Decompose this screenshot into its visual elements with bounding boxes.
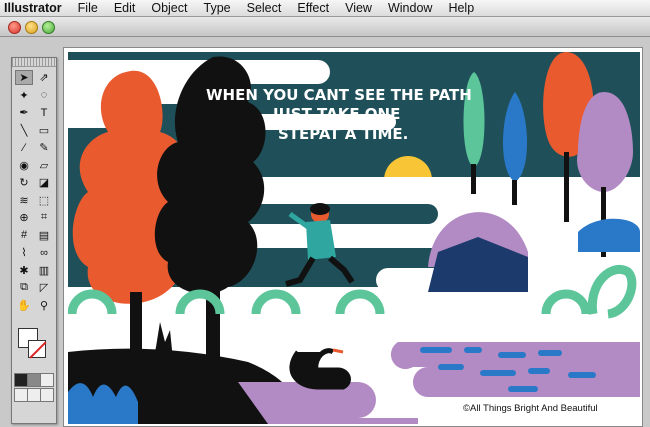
slice-tool[interactable]: ◸ xyxy=(35,280,53,295)
blob-brush-tool[interactable]: ◉ xyxy=(15,158,33,173)
quote-line-1: WHEN YOU CANT SEE THE PATH xyxy=(206,86,472,104)
free-transform-tool[interactable]: ⬚ xyxy=(35,193,53,208)
scale-tool[interactable]: ◪ xyxy=(35,175,53,190)
direct-selection-tool[interactable]: ⇗ xyxy=(35,70,53,85)
mesh-tool[interactable]: # xyxy=(15,228,33,243)
gradient-mode-icon[interactable] xyxy=(27,373,41,387)
rotate-tool[interactable]: ↻ xyxy=(15,175,33,190)
rectangle-tool[interactable]: ▭ xyxy=(35,123,53,138)
symbol-sprayer-tool[interactable]: ✱ xyxy=(15,263,33,278)
artwork-illustration[interactable]: WHEN YOU CANT SEE THE PATH JUST TAKE ONE… xyxy=(68,52,640,424)
eraser-tool[interactable]: ▱ xyxy=(35,158,53,173)
menu-effect[interactable]: Effect xyxy=(289,0,337,16)
pencil-tool[interactable]: ✎ xyxy=(35,140,53,155)
hand-tool[interactable]: ✋ xyxy=(15,298,33,313)
orange-tree-trunk xyxy=(130,292,142,362)
warp-tool[interactable]: ≋ xyxy=(15,193,33,208)
draw-behind-icon[interactable] xyxy=(27,388,41,402)
menu-bar: Illustrator File Edit Object Type Select… xyxy=(0,0,650,17)
quote-line-2: JUST TAKE ONE xyxy=(272,105,400,123)
column-graph-tool[interactable]: ▥ xyxy=(35,263,53,278)
lasso-tool[interactable]: ◌ xyxy=(35,88,53,103)
type-tool[interactable]: T xyxy=(35,105,53,120)
draw-normal-icon[interactable] xyxy=(14,388,28,402)
paintbrush-tool[interactable]: ∕ xyxy=(15,140,33,155)
close-window-button[interactable] xyxy=(8,21,21,34)
color-mode-icon[interactable] xyxy=(14,373,28,387)
blue-bushes xyxy=(68,383,138,424)
perspective-grid-tool[interactable]: ⌗ xyxy=(35,210,53,225)
app-menu[interactable]: Illustrator xyxy=(0,0,70,16)
tools-panel: ➤ ⇗ ✦ ◌ ✒ T ╲ ▭ ∕ ✎ ◉ ▱ ↻ ◪ ≋ ⬚ ⊕ ⌗ # ▤ ⌇ ∞ ✱ ▥ ⧉ ◸ ✋ ⚲ xyxy=(11,57,57,424)
menu-select[interactable]: Select xyxy=(239,0,290,16)
zoom-tool[interactable]: ⚲ xyxy=(35,298,53,313)
none-mode-icon[interactable] xyxy=(40,373,54,387)
menu-type[interactable]: Type xyxy=(196,0,239,16)
menu-edit[interactable]: Edit xyxy=(106,0,144,16)
menu-help[interactable]: Help xyxy=(440,0,482,16)
shape-builder-tool[interactable]: ⊕ xyxy=(15,210,33,225)
green-tree-trunk xyxy=(471,164,476,194)
magic-wand-tool[interactable]: ✦ xyxy=(15,88,33,103)
selection-tool[interactable]: ➤ xyxy=(15,70,33,85)
pen-tool[interactable]: ✒ xyxy=(15,105,33,120)
blue-tree-trunk xyxy=(512,180,517,205)
menu-view[interactable]: View xyxy=(337,0,380,16)
fill-stroke-swatches[interactable] xyxy=(18,328,48,362)
eyedropper-tool[interactable]: ⌇ xyxy=(15,245,33,260)
screen-mode-icon[interactable] xyxy=(40,388,54,402)
line-tool[interactable]: ╲ xyxy=(15,123,33,138)
menu-window[interactable]: Window xyxy=(380,0,440,16)
document-title-bar xyxy=(0,17,650,37)
copyright-text: ©All Things Bright And Beautiful xyxy=(463,403,598,414)
blend-tool[interactable]: ∞ xyxy=(35,245,53,260)
gradient-tool[interactable]: ▤ xyxy=(35,228,53,243)
artboard-tool[interactable]: ⧉ xyxy=(15,280,33,295)
quote-line-3: STEPAT A TIME. xyxy=(278,125,408,143)
orange-tree-right-trunk xyxy=(564,152,569,222)
menu-file[interactable]: File xyxy=(70,0,106,16)
minimize-window-button[interactable] xyxy=(25,21,38,34)
menu-object[interactable]: Object xyxy=(143,0,195,16)
stroke-swatch[interactable] xyxy=(28,340,47,359)
tools-panel-grip[interactable] xyxy=(12,58,56,67)
zoom-window-button[interactable] xyxy=(42,21,55,34)
